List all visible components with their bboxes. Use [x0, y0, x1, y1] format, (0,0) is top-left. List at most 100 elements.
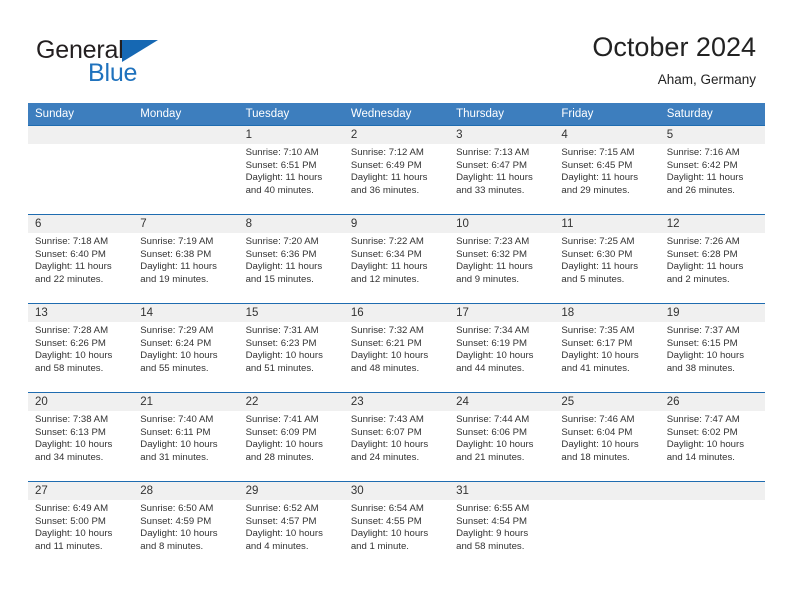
daylight-text-line2: and 14 minutes. — [666, 451, 735, 463]
day-number: 3 — [449, 126, 555, 144]
generalblue-logo[interactable]: General Blue — [36, 36, 226, 90]
day-cell[interactable]: 14 Sunrise: 7:29 AM Sunset: 6:24 PM Dayligh… — [133, 304, 239, 392]
sunset-text: Sunset: 6:23 PM — [245, 337, 317, 349]
sunset-text: Sunset: 6:36 PM — [245, 248, 317, 260]
daylight-text-line1: Daylight: 11 hours — [350, 261, 428, 273]
day-cell[interactable]: 24 Sunrise: 7:44 AM Sunset: 6:06 PM Dayligh… — [449, 393, 555, 481]
daylight-text-line1: Daylight: 11 hours — [140, 261, 217, 273]
day-cell[interactable]: 22 Sunrise: 7:41 AM Sunset: 6:09 PM Dayligh… — [238, 393, 344, 481]
daylight-text-line2: and 55 minutes. — [140, 362, 209, 374]
daylight-text-line2: and 48 minutes. — [350, 362, 420, 374]
sunset-text: Sunset: 6:26 PM — [35, 337, 106, 349]
day-details: Sunrise: 7:16 AM Sunset: 6:42 PM Daylight:… — [660, 144, 765, 197]
day-details: Sunrise: 7:38 AM Sunset: 6:13 PM Daylight:… — [28, 411, 133, 464]
day-cell[interactable]: 19 Sunrise: 7:37 AM Sunset: 6:15 PM Dayligh… — [659, 304, 765, 392]
sunrise-text: Sunrise: 7:43 AM — [350, 414, 424, 425]
day-cell[interactable]: 9 Sunrise: 7:22 AM Sunset: 6:34 PM Daylight… — [343, 215, 450, 303]
day-number: 28 — [133, 482, 239, 500]
sunrise-text: Sunrise: 6:50 AM — [140, 503, 214, 514]
page-subtitle: Aham, Germany — [657, 72, 756, 87]
day-cell[interactable]: 29 Sunrise: 6:52 AM Sunset: 4:57 PM Dayligh… — [238, 482, 344, 570]
daylight-text-line1: Daylight: 10 hours — [666, 439, 745, 451]
day-details: Sunrise: 6:50 AM Sunset: 4:59 PM Daylight:… — [133, 500, 238, 553]
daylight-text-line1: Daylight: 10 hours — [350, 350, 429, 362]
daylight-text-line2: and 51 minutes. — [245, 362, 314, 374]
day-details: Sunrise: 7:35 AM Sunset: 6:17 PM Daylight:… — [554, 322, 659, 375]
day-cell[interactable]: 21 Sunrise: 7:40 AM Sunset: 6:11 PM Dayligh… — [133, 393, 239, 481]
day-number: 21 — [133, 393, 239, 411]
sunset-text: Sunset: 6:38 PM — [140, 248, 212, 260]
day-number: 11 — [554, 215, 660, 233]
day-number: 10 — [449, 215, 555, 233]
day-cell[interactable]: 7 Sunrise: 7:19 AM Sunset: 6:38 PM Daylight… — [133, 215, 239, 303]
day-number: 5 — [659, 126, 765, 144]
sunrise-text: Sunrise: 7:26 AM — [666, 236, 740, 247]
day-cell[interactable]: 12 Sunrise: 7:26 AM Sunset: 6:28 PM Dayligh… — [659, 215, 765, 303]
sunrise-text: Sunrise: 7:37 AM — [666, 325, 740, 336]
day-details: Sunrise: 7:29 AM Sunset: 6:24 PM Daylight:… — [133, 322, 238, 375]
daylight-text-line2: and 21 minutes. — [456, 451, 525, 463]
sunrise-text: Sunrise: 7:47 AM — [666, 414, 740, 425]
day-details: Sunrise: 7:46 AM Sunset: 6:04 PM Daylight:… — [554, 411, 659, 464]
sunset-text: Sunset: 6:49 PM — [350, 159, 422, 171]
sunset-text: Sunset: 6:11 PM — [140, 426, 211, 438]
sunset-text: Sunset: 4:54 PM — [456, 515, 528, 527]
day-cell[interactable]: 2 Sunrise: 7:12 AM Sunset: 6:49 PM Daylight… — [343, 126, 450, 214]
day-cell[interactable]: 23 Sunrise: 7:43 AM Sunset: 6:07 PM Dayligh… — [343, 393, 450, 481]
day-cell[interactable]: 26 Sunrise: 7:47 AM Sunset: 6:02 PM Dayligh… — [659, 393, 765, 481]
sunset-text: Sunset: 4:57 PM — [245, 515, 317, 527]
daylight-text-line2: and 31 minutes. — [140, 451, 209, 463]
day-cell[interactable]: 6 Sunrise: 7:18 AM Sunset: 6:40 PM Daylight… — [28, 215, 134, 303]
day-details: Sunrise: 6:55 AM Sunset: 4:54 PM Daylight:… — [449, 500, 554, 553]
day-number: 16 — [343, 304, 450, 322]
daylight-text-line1: Daylight: 10 hours — [140, 528, 218, 540]
day-cell[interactable]: 13 Sunrise: 7:28 AM Sunset: 6:26 PM Dayligh… — [28, 304, 134, 392]
day-cell[interactable]: 31 Sunrise: 6:55 AM Sunset: 4:54 PM Dayligh… — [449, 482, 555, 570]
daylight-text-line2: and 5 minutes. — [561, 273, 625, 285]
sunset-text: Sunset: 6:28 PM — [666, 248, 738, 260]
day-cell[interactable]: 1 Sunrise: 7:10 AM Sunset: 6:51 PM Daylight… — [238, 126, 344, 214]
day-cell-empty — [133, 126, 239, 214]
day-cell[interactable]: 8 Sunrise: 7:20 AM Sunset: 6:36 PM Daylight… — [238, 215, 344, 303]
day-details: Sunrise: 6:54 AM Sunset: 4:55 PM Daylight:… — [344, 500, 449, 553]
day-cell[interactable]: 28 Sunrise: 6:50 AM Sunset: 4:59 PM Dayligh… — [133, 482, 239, 570]
day-cell[interactable]: 4 Sunrise: 7:15 AM Sunset: 6:45 PM Daylight… — [554, 126, 660, 214]
day-cell[interactable]: 20 Sunrise: 7:38 AM Sunset: 6:13 PM Dayligh… — [28, 393, 134, 481]
weekday-header-tuesday: Tuesday — [245, 108, 290, 120]
sunset-text: Sunset: 6:47 PM — [456, 159, 528, 171]
daylight-text-line1: Daylight: 10 hours — [666, 350, 745, 362]
daylight-text-line1: Daylight: 10 hours — [140, 439, 218, 451]
day-number: 23 — [343, 393, 450, 411]
sunrise-text: Sunrise: 7:10 AM — [245, 147, 319, 158]
day-cell[interactable]: 25 Sunrise: 7:46 AM Sunset: 6:04 PM Dayligh… — [554, 393, 660, 481]
day-cell[interactable]: 10 Sunrise: 7:23 AM Sunset: 6:32 PM Dayligh… — [449, 215, 555, 303]
sunset-text: Sunset: 6:09 PM — [245, 426, 317, 438]
day-cell[interactable]: 17 Sunrise: 7:34 AM Sunset: 6:19 PM Dayligh… — [449, 304, 555, 392]
day-cell[interactable]: 18 Sunrise: 7:35 AM Sunset: 6:17 PM Dayligh… — [554, 304, 660, 392]
day-details: Sunrise: 7:40 AM Sunset: 6:11 PM Daylight:… — [133, 411, 238, 464]
day-cell[interactable]: 3 Sunrise: 7:13 AM Sunset: 6:47 PM Daylight… — [449, 126, 555, 214]
daylight-text-line2: and 44 minutes. — [456, 362, 525, 374]
calendar-weeks: 1 Sunrise: 7:10 AM Sunset: 6:51 PM Daylight… — [28, 125, 765, 570]
sunset-text: Sunset: 6:45 PM — [561, 159, 633, 171]
daylight-text-line1: Daylight: 10 hours — [245, 528, 323, 540]
sunrise-text: Sunrise: 7:40 AM — [140, 414, 214, 425]
day-cell[interactable]: 27 Sunrise: 6:49 AM Sunset: 5:00 PM Dayligh… — [28, 482, 134, 570]
day-cell[interactable]: 30 Sunrise: 6:54 AM Sunset: 4:55 PM Dayligh… — [343, 482, 450, 570]
day-number: 22 — [238, 393, 344, 411]
daylight-text-line2: and 58 minutes. — [35, 362, 104, 374]
day-cell[interactable]: 11 Sunrise: 7:25 AM Sunset: 6:30 PM Dayligh… — [554, 215, 660, 303]
day-number: 2 — [343, 126, 450, 144]
daylight-text-line1: Daylight: 10 hours — [456, 439, 534, 451]
sunrise-text: Sunrise: 7:23 AM — [456, 236, 530, 247]
daylight-text-line2: and 8 minutes. — [140, 540, 204, 552]
daylight-text-line1: Daylight: 11 hours — [666, 172, 744, 184]
day-cell[interactable]: 15 Sunrise: 7:31 AM Sunset: 6:23 PM Dayligh… — [238, 304, 344, 392]
day-number: 4 — [554, 126, 660, 144]
sunrise-text: Sunrise: 7:18 AM — [35, 236, 109, 247]
daylight-text-line2: and 33 minutes. — [456, 184, 525, 196]
day-cell[interactable]: 5 Sunrise: 7:16 AM Sunset: 6:42 PM Daylight… — [659, 126, 765, 214]
day-details: Sunrise: 7:28 AM Sunset: 6:26 PM Daylight:… — [28, 322, 133, 375]
daylight-text-line1: Daylight: 10 hours — [245, 439, 323, 451]
day-cell[interactable]: 16 Sunrise: 7:32 AM Sunset: 6:21 PM Dayligh… — [343, 304, 450, 392]
